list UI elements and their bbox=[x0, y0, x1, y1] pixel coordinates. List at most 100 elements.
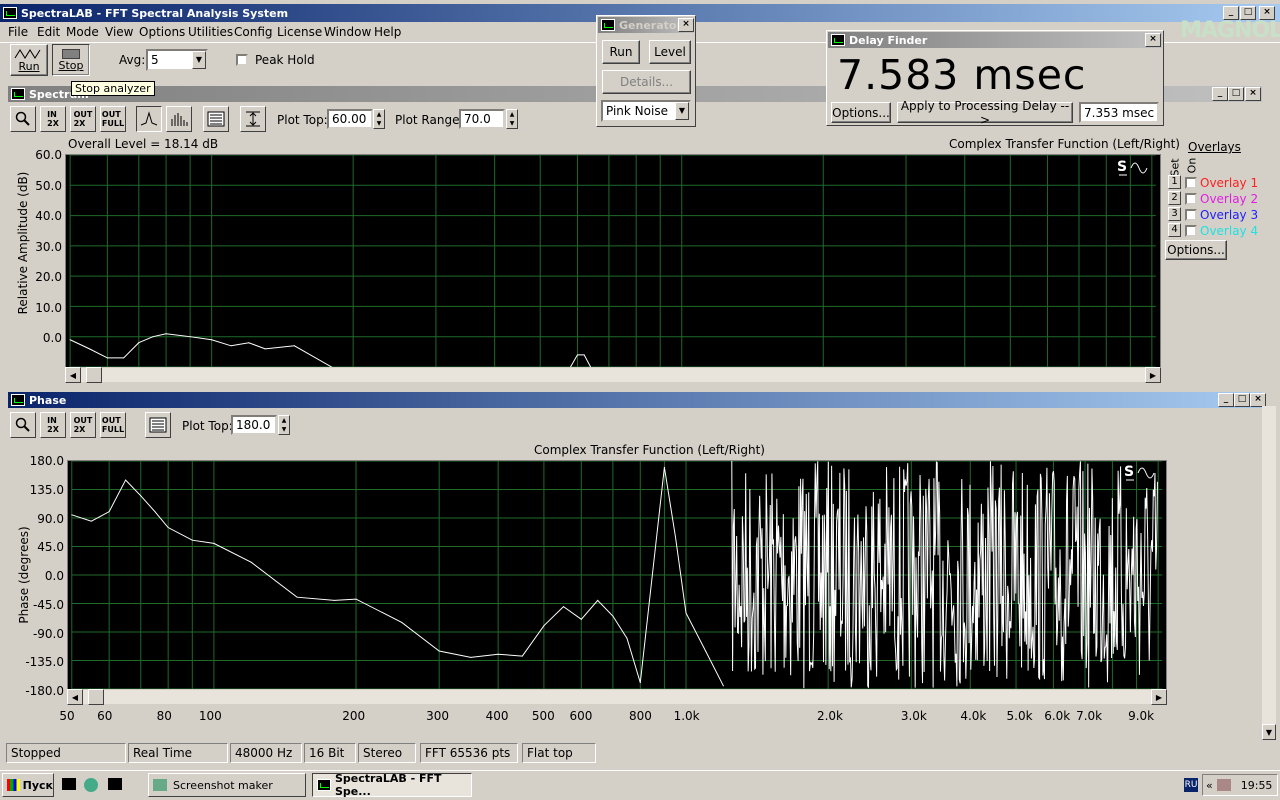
spectrum-plot-range-input[interactable]: 70.0 bbox=[459, 109, 505, 129]
zoom-out-full-icon[interactable]: OUT FULL bbox=[100, 106, 126, 132]
spectrum-plot-top-input[interactable]: 60.00 bbox=[327, 109, 373, 129]
tray-app-icon[interactable] bbox=[1216, 779, 1231, 791]
phase-scroll-thumb[interactable] bbox=[88, 689, 104, 705]
processing-delay-field[interactable]: 7.353 msec bbox=[1079, 102, 1159, 123]
overlay-1-checkbox[interactable] bbox=[1185, 177, 1197, 189]
phase-y-tick: 90.0 bbox=[37, 511, 64, 526]
phase-minimize-icon[interactable]: _ bbox=[1218, 393, 1234, 407]
scroll-down-icon[interactable]: ▼ bbox=[1262, 724, 1276, 740]
menu-license[interactable]: License bbox=[277, 25, 322, 39]
overlay-3-set-button[interactable]: 3 bbox=[1168, 207, 1181, 221]
x-tick-label: 400 bbox=[485, 709, 509, 723]
phase-point bbox=[497, 653, 499, 655]
phase-function-label: Complex Transfer Function (Left/Right) bbox=[534, 443, 765, 457]
zoom-in-2x-icon[interactable]: IN 2X bbox=[40, 106, 66, 132]
autoscale-icon[interactable] bbox=[240, 106, 266, 132]
spectrum-h-scrollbar[interactable] bbox=[65, 367, 1161, 383]
zoom-out-2x-icon[interactable]: OUT 2X bbox=[70, 106, 96, 132]
phase-point bbox=[140, 495, 142, 497]
scroll-right-icon[interactable]: ▶ bbox=[1145, 367, 1161, 383]
overlay-2-set-button[interactable]: 2 bbox=[1168, 191, 1181, 205]
generator-dialog: Generator × Run Level Details... Pink No… bbox=[596, 15, 696, 127]
quicklaunch-app-icon[interactable] bbox=[108, 778, 122, 790]
apply-delay-button[interactable]: Apply to Processing Delay --> bbox=[897, 99, 1073, 127]
overlay-1-set-button[interactable]: 1 bbox=[1168, 175, 1181, 189]
delay-options-button[interactable]: Options... bbox=[831, 102, 891, 123]
phase-zoom-out-2x-icon[interactable]: OUT 2X bbox=[70, 412, 96, 438]
zoom-icon[interactable] bbox=[10, 106, 36, 132]
task-spectralab[interactable]: SpectraLAB - FFT Spe... bbox=[312, 772, 472, 798]
phase-plot-top-label: Plot Top: bbox=[182, 419, 233, 433]
spectrum-maximize-icon[interactable]: □ bbox=[1228, 87, 1244, 101]
generator-level-button[interactable]: Level bbox=[649, 40, 691, 64]
menu-mode[interactable]: Mode bbox=[66, 25, 99, 39]
x-tick-label: 50 bbox=[59, 709, 75, 723]
on-label: On bbox=[1185, 157, 1199, 174]
tray-expand-icon[interactable]: « bbox=[1206, 779, 1213, 792]
overlay-4-checkbox[interactable] bbox=[1185, 225, 1197, 237]
overlay-options-button[interactable]: Options... bbox=[1165, 240, 1227, 260]
phase-scroll-left-icon[interactable]: ◀ bbox=[67, 689, 83, 705]
menu-config[interactable]: Config bbox=[234, 25, 273, 39]
spectrum-plot-top-spinner[interactable]: ▲ ▼ bbox=[373, 109, 385, 129]
overall-level: Overall Level = 18.14 dB bbox=[68, 137, 219, 151]
quicklaunch-browser-icon[interactable] bbox=[84, 778, 98, 792]
menu-file[interactable]: File bbox=[8, 25, 28, 39]
phase-point bbox=[639, 682, 641, 684]
delay-finder-close-icon[interactable]: × bbox=[1145, 33, 1161, 47]
menu-view[interactable]: View bbox=[105, 25, 133, 39]
plot-settings-icon[interactable] bbox=[203, 106, 229, 132]
avg-select[interactable]: 5 ▼ bbox=[146, 49, 208, 71]
peak-hold-checkbox[interactable] bbox=[236, 54, 248, 66]
bar-plot-icon[interactable] bbox=[166, 106, 192, 132]
menu-help[interactable]: Help bbox=[374, 25, 401, 39]
language-indicator[interactable]: RU bbox=[1184, 778, 1198, 792]
avg-label: Avg: bbox=[119, 53, 146, 67]
run-button[interactable]: Run bbox=[10, 44, 48, 76]
spectrum-plot-range-spinner[interactable]: ▲ ▼ bbox=[506, 109, 518, 129]
phase-zoom-out-full-icon[interactable]: OUT FULL bbox=[100, 412, 126, 438]
task-screenshot-maker[interactable]: Screenshot maker bbox=[148, 773, 306, 797]
menu-edit[interactable]: Edit bbox=[37, 25, 60, 39]
menu-utilities[interactable]: Utilities bbox=[188, 25, 233, 39]
generator-details-button[interactable]: Details... bbox=[602, 70, 691, 94]
line-plot-icon[interactable] bbox=[136, 106, 162, 132]
menu-options[interactable]: Options bbox=[139, 25, 185, 39]
generator-run-button[interactable]: Run bbox=[602, 40, 640, 64]
delay-finder-title-bar[interactable]: Delay Finder bbox=[828, 32, 1162, 48]
delay-finder-icon bbox=[831, 34, 845, 46]
chevron-down-icon[interactable]: ▼ bbox=[192, 51, 206, 69]
task-spectralab-icon bbox=[317, 779, 331, 791]
overlay-2-checkbox[interactable] bbox=[1185, 193, 1197, 205]
phase-close-icon[interactable]: × bbox=[1250, 393, 1266, 407]
overlay-3-checkbox[interactable] bbox=[1185, 209, 1197, 221]
quicklaunch-spectralab-icon[interactable] bbox=[62, 778, 76, 790]
phase-plot-settings-icon[interactable] bbox=[145, 412, 171, 438]
phase-point bbox=[597, 599, 599, 601]
scroll-left-icon[interactable]: ◀ bbox=[65, 367, 81, 383]
main-v-scrollbar[interactable] bbox=[1262, 406, 1276, 740]
overlays-label: Overlays bbox=[1188, 140, 1241, 154]
phase-zoom-icon[interactable] bbox=[10, 412, 36, 438]
phase-scroll-right-icon[interactable]: ▶ bbox=[1151, 689, 1167, 705]
delay-value-display: 7.583 msec bbox=[837, 51, 1087, 99]
phase-h-scrollbar[interactable] bbox=[67, 689, 1167, 705]
svg-text:S: S bbox=[1117, 159, 1127, 175]
noise-type-select[interactable]: Pink Noise ▼ bbox=[601, 100, 691, 122]
spectrum-scroll-thumb[interactable] bbox=[86, 367, 102, 383]
phase-plot[interactable] bbox=[67, 460, 1167, 690]
spectrum-plot[interactable] bbox=[65, 154, 1161, 368]
phase-plot-top-spinner[interactable]: ▲ ▼ bbox=[278, 415, 290, 435]
stop-button[interactable]: Stop bbox=[52, 44, 90, 76]
spectrum-close-icon[interactable]: × bbox=[1245, 87, 1261, 101]
phase-title-bar[interactable]: Phase bbox=[8, 392, 1262, 408]
phase-zoom-in-2x-icon[interactable]: IN 2X bbox=[40, 412, 66, 438]
phase-plot-top-input[interactable]: 180.0 bbox=[231, 415, 277, 435]
menu-window[interactable]: Window bbox=[324, 25, 371, 39]
phase-maximize-icon[interactable]: □ bbox=[1234, 393, 1250, 407]
overlay-4-set-button[interactable]: 4 bbox=[1168, 223, 1181, 237]
start-button[interactable]: Пуск bbox=[2, 773, 54, 797]
generator-close-icon[interactable]: × bbox=[678, 18, 694, 32]
noise-chevron-down-icon[interactable]: ▼ bbox=[675, 102, 689, 120]
spectrum-minimize-icon[interactable]: _ bbox=[1212, 87, 1228, 101]
